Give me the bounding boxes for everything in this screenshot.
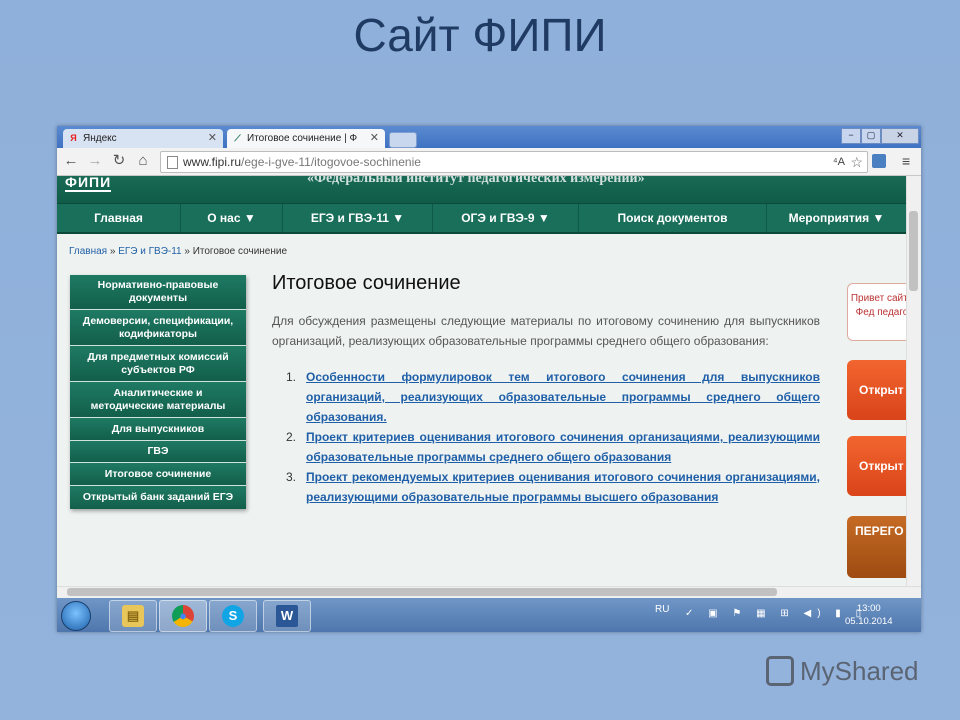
tab-label: Яндекс	[83, 133, 117, 144]
tab-yandex[interactable]: Я Яндекс ✕	[63, 129, 223, 148]
site-logo[interactable]: ФИПИ	[65, 176, 112, 192]
bookmark-star-icon[interactable]: ☆	[850, 152, 863, 172]
taskbar-app-chrome[interactable]: ●	[159, 600, 207, 632]
yandex-icon: Я	[70, 133, 77, 143]
skype-icon: S	[222, 605, 244, 627]
system-tray-icons[interactable]: ✓ ▣ ⚑ ▦ ⊞ ◀) ▮ ▯	[685, 608, 867, 619]
vertical-scroll-thumb[interactable]	[909, 211, 918, 291]
reload-icon[interactable]: ↻	[110, 152, 128, 170]
taskbar: ▤ ● S W RU ✓ ▣ ⚑ ▦ ⊞ ◀) ▮ ▯ 13:00 05.10.…	[57, 598, 921, 632]
sidebar-item-gve[interactable]: ГВЭ	[70, 441, 246, 463]
menu-icon[interactable]: ≡	[902, 153, 910, 169]
nav-item-search-docs[interactable]: Поиск документов	[579, 204, 767, 232]
sidebar-item-normative[interactable]: Нормативно-правовые документы	[70, 275, 246, 310]
materials-list: 1. Особенности формулировок тем итоговог…	[272, 367, 820, 507]
web-page: ФИПИ «Федеральный институт педагогически…	[57, 176, 906, 586]
intro-text: Для обсуждения размещены следующие матер…	[272, 314, 820, 348]
breadcrumb-current: Итоговое сочинение	[192, 246, 288, 257]
close-tab-icon[interactable]: ✕	[208, 129, 217, 148]
breadcrumb-section[interactable]: ЕГЭ и ГВЭ-11	[118, 246, 181, 257]
open-button-1[interactable]: Открыт	[847, 360, 906, 420]
site-header-text: «Федеральный институт педагогических изм…	[307, 176, 645, 186]
nav-item-about[interactable]: О нас ▼	[181, 204, 283, 232]
start-button[interactable]	[61, 601, 91, 631]
sidebar-item-commissions[interactable]: Для предметных комиссий субъектов РФ	[70, 346, 246, 382]
chrome-icon: ●	[172, 605, 194, 627]
nav-item-oge[interactable]: ОГЭ и ГВЭ-9 ▼	[433, 204, 579, 232]
browser-screenshot: Я Яндекс ✕ ⟋ Итоговое сочинение | Ф ✕ − …	[57, 126, 921, 632]
tab-strip: Я Яндекс ✕ ⟋ Итоговое сочинение | Ф ✕ − …	[57, 126, 921, 148]
site-header: ФИПИ «Федеральный институт педагогически…	[57, 176, 906, 206]
page-title: Итоговое сочинение	[272, 272, 461, 294]
myshared-logo-icon	[766, 656, 794, 686]
sidebar-item-graduates[interactable]: Для выпускников	[70, 418, 246, 441]
material-link[interactable]: Проект критериев оценивания итогового со…	[306, 430, 820, 464]
back-icon[interactable]: ←	[62, 152, 80, 170]
forward-icon[interactable]: →	[86, 152, 104, 170]
sidebar-item-task-bank[interactable]: Открытый банк заданий ЕГЭ	[70, 486, 246, 509]
page-icon	[167, 156, 178, 169]
fipi-favicon-icon: ⟋	[234, 133, 241, 143]
breadcrumb: Главная » ЕГЭ и ГВЭ-11 » Итоговое сочине…	[69, 246, 288, 257]
breadcrumb-home[interactable]: Главная	[69, 246, 107, 257]
watermark: MyShared	[766, 656, 919, 687]
tab-fipi[interactable]: ⟋ Итоговое сочинение | Ф ✕	[227, 129, 385, 148]
slide-title: Сайт ФИПИ	[353, 9, 607, 61]
sidebar-item-essay[interactable]: Итоговое сочинение	[70, 463, 246, 486]
main-nav: Главная О нас ▼ ЕГЭ и ГВЭ-11 ▼ ОГЭ и ГВЭ…	[57, 203, 906, 234]
maximize-button[interactable]: ▢	[861, 128, 881, 144]
new-tab-button[interactable]	[389, 132, 417, 148]
nav-item-ege[interactable]: ЕГЭ и ГВЭ-11 ▼	[283, 204, 433, 232]
taskbar-app-skype[interactable]: S	[209, 600, 257, 632]
close-window-button[interactable]: ✕	[881, 128, 919, 144]
sidebar-menu: Нормативно-правовые документы Демоверсии…	[70, 275, 246, 509]
translate-icon[interactable]: ⁴A	[833, 152, 845, 172]
browser-toolbar: ← → ↻ ⌂ www.fipi.ru/ege-i-gve-11/itogovo…	[57, 148, 921, 176]
taskbar-app-explorer[interactable]: ▤	[109, 600, 157, 632]
address-bar[interactable]: www.fipi.ru/ege-i-gve-11/itogovoe-sochin…	[160, 151, 868, 173]
banner[interactable]: ПЕРЕГО	[847, 516, 906, 578]
sidebar-item-demo[interactable]: Демоверсии, спецификации, кодификаторы	[70, 310, 246, 346]
extension-icon[interactable]	[872, 154, 886, 168]
nav-item-home[interactable]: Главная	[57, 204, 181, 232]
system-clock[interactable]: 13:00 05.10.2014	[845, 602, 893, 628]
list-item: 2. Проект критериев оценивания итогового…	[286, 430, 820, 464]
home-icon[interactable]: ⌂	[134, 152, 152, 170]
list-item: 1. Особенности формулировок тем итоговог…	[286, 370, 820, 424]
nav-item-events[interactable]: Мероприятия ▼	[767, 204, 906, 232]
list-item: 3. Проект рекомендуемых критериев оценив…	[286, 470, 820, 504]
taskbar-app-word[interactable]: W	[263, 600, 311, 632]
main-content: Итоговое сочинение Для обсуждения размещ…	[272, 272, 820, 507]
word-icon: W	[276, 605, 298, 627]
horizontal-scroll-thumb[interactable]	[67, 588, 777, 596]
material-link[interactable]: Проект рекомендуемых критериев оценивани…	[306, 470, 820, 504]
close-tab-icon[interactable]: ✕	[370, 129, 379, 148]
greeting-widget[interactable]: Привет сайте Фед педаго	[847, 283, 906, 341]
material-link[interactable]: Особенности формулировок тем итогового с…	[306, 370, 820, 424]
tab-label: Итоговое сочинение | Ф	[247, 133, 358, 144]
minimize-button[interactable]: −	[841, 128, 861, 144]
sidebar-item-analytics[interactable]: Аналитические и методические материалы	[70, 382, 246, 418]
url-text: www.fipi.ru/ege-i-gve-11/itogovoe-sochin…	[183, 155, 421, 169]
language-indicator[interactable]: RU	[655, 604, 669, 615]
folder-icon: ▤	[122, 605, 144, 627]
open-button-2[interactable]: Открыт	[847, 436, 906, 496]
